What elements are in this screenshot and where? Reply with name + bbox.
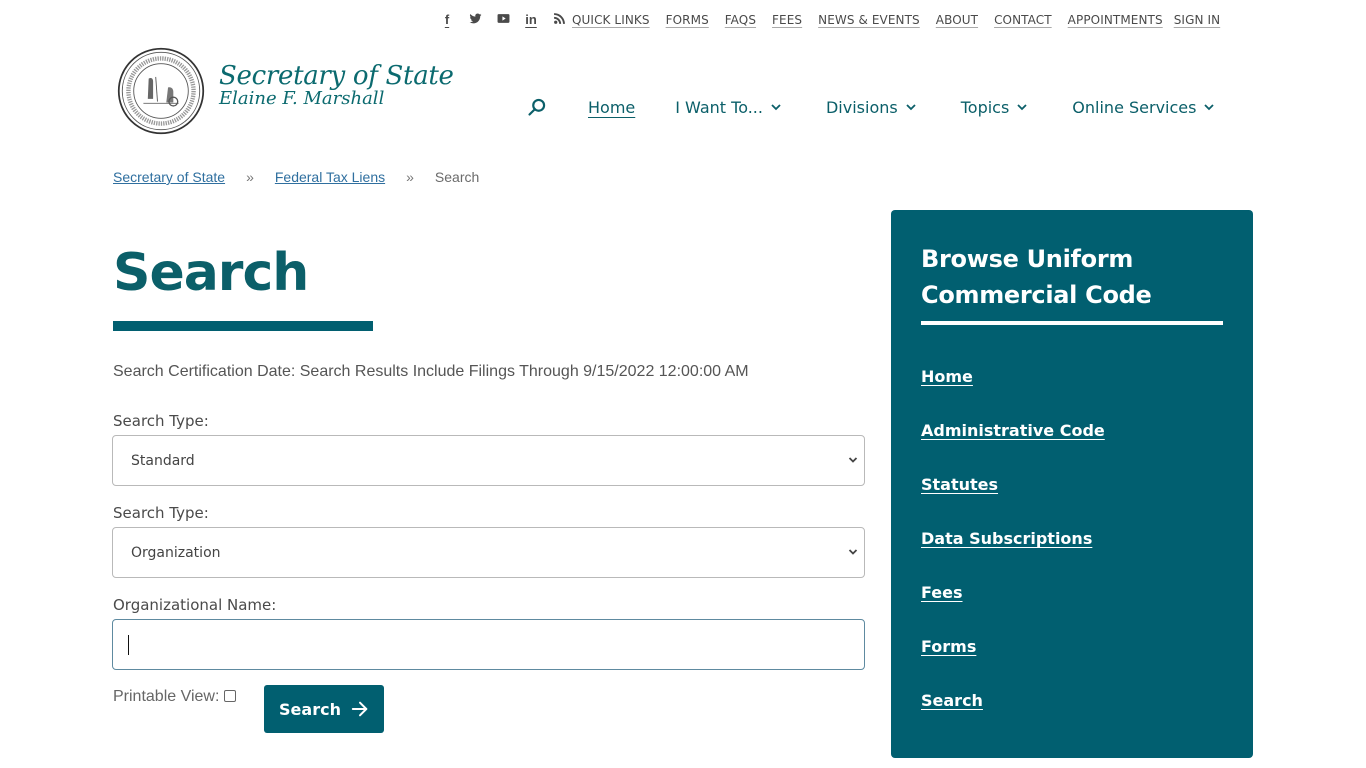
utility-links: QUICK LINKS FORMS FAQS FEES NEWS & EVENT… (572, 13, 1220, 27)
title-underline-bar (113, 321, 373, 331)
breadcrumb-federal-tax-liens[interactable]: Federal Tax Liens (275, 169, 385, 185)
breadcrumb-current: Search (434, 169, 480, 185)
text-caret (128, 634, 129, 655)
search-type-2-label: Search Type: (113, 504, 209, 522)
certification-date-text: Search Certification Date: Search Result… (113, 363, 749, 380)
sidebar-item-data-subscriptions: Data Subscriptions (921, 529, 1105, 583)
search-submit-button[interactable]: Search (264, 685, 384, 733)
utility-nav: f in QUICK LINKS FORMS FAQS FEES NEWS & … (0, 12, 1366, 32)
sidebar-link-search[interactable]: Search (921, 691, 983, 710)
printable-view: Printable View: (113, 688, 237, 706)
organizational-name-label: Organizational Name: (113, 596, 277, 614)
search-type-selected-value: Standard (131, 452, 195, 469)
sidebar-item-statutes: Statutes (921, 475, 1105, 529)
breadcrumb-separator: » (406, 169, 414, 185)
search-icon[interactable] (527, 97, 547, 117)
chevron-down-icon (906, 104, 916, 111)
sidebar-item-forms: Forms (921, 637, 1105, 691)
twitter-icon (469, 13, 481, 24)
nav-divisions-label: Divisions (825, 97, 898, 117)
sidebar-links: Home Administrative Code Statutes Data S… (921, 367, 1105, 745)
nav-online-services-label: Online Services (1072, 97, 1197, 117)
nav-i-want-to-label: I Want To... (675, 97, 763, 117)
twitter-link[interactable] (461, 12, 489, 27)
facebook-link[interactable]: f (433, 12, 461, 27)
arrow-right-icon (351, 701, 368, 717)
utility-link-sign-in[interactable]: SIGN IN (1174, 13, 1220, 27)
nav-i-want-to[interactable]: I Want To... (675, 98, 781, 117)
rss-icon (553, 13, 565, 24)
sidebar-link-fees[interactable]: Fees (921, 583, 963, 602)
youtube-icon (497, 14, 509, 23)
sidebar-link-administrative-code[interactable]: Administrative Code (921, 421, 1105, 440)
sidebar-heading-rule (921, 321, 1223, 325)
breadcrumb-secretary-of-state[interactable]: Secretary of State (113, 169, 225, 185)
utility-link-news-events[interactable]: NEWS & EVENTS (818, 13, 920, 27)
nav-topics-label: Topics (960, 97, 1010, 117)
sidebar-link-statutes[interactable]: Statutes (921, 475, 998, 494)
utility-link-quick-links[interactable]: QUICK LINKS (572, 13, 650, 27)
breadcrumb: Secretary of State » Federal Tax Liens »… (113, 169, 479, 185)
state-seal-logo[interactable] (117, 47, 205, 135)
chevron-down-icon (848, 457, 858, 463)
sidebar-item-home: Home (921, 367, 1105, 421)
search-button-label: Search (279, 699, 341, 719)
linkedin-link[interactable]: in (517, 12, 545, 27)
utility-link-forms[interactable]: FORMS (666, 13, 709, 27)
nav-home[interactable]: Home (588, 98, 635, 117)
chevron-down-icon (1017, 104, 1027, 111)
nav-home-label: Home (588, 97, 636, 117)
facebook-icon: f (444, 12, 450, 27)
printable-view-label: Printable View: (113, 688, 220, 705)
nav-topics[interactable]: Topics (961, 98, 1028, 117)
sidebar-link-home[interactable]: Home (921, 367, 973, 386)
page-title: Search (113, 243, 309, 303)
nav-divisions[interactable]: Divisions (826, 98, 916, 117)
utility-link-fees[interactable]: FEES (772, 13, 802, 27)
linkedin-icon: in (525, 12, 537, 27)
utility-link-about[interactable]: ABOUT (936, 13, 978, 27)
chevron-down-icon (1204, 104, 1215, 111)
brand[interactable]: Secretary of State Elaine F. Marshall (219, 60, 454, 109)
sidebar-item-search: Search (921, 691, 1105, 745)
entity-type-selected-value: Organization (131, 544, 221, 561)
sidebar-heading-line2: Commercial Code (921, 281, 1152, 309)
sidebar-link-forms[interactable]: Forms (921, 637, 976, 656)
sidebar-link-data-subscriptions[interactable]: Data Subscriptions (921, 529, 1092, 548)
chevron-down-icon (771, 104, 781, 111)
entity-type-select[interactable]: Organization (112, 527, 865, 578)
sidebar-heading: Browse Uniform Commercial Code (921, 241, 1152, 313)
search-type-label: Search Type: (113, 412, 209, 430)
breadcrumb-separator: » (246, 169, 254, 185)
sidebar-item-fees: Fees (921, 583, 1105, 637)
printable-view-checkbox[interactable] (224, 689, 237, 702)
sidebar-item-administrative-code: Administrative Code (921, 421, 1105, 475)
rss-link[interactable] (545, 12, 573, 27)
organizational-name-input[interactable] (112, 619, 865, 670)
utility-link-contact[interactable]: CONTACT (994, 13, 1052, 27)
search-type-select[interactable]: Standard (112, 435, 865, 486)
utility-link-faqs[interactable]: FAQS (725, 13, 756, 27)
chevron-down-icon (848, 549, 858, 555)
nav-online-services[interactable]: Online Services (1072, 97, 1215, 117)
browse-ucc-sidebar: Browse Uniform Commercial Code Home Admi… (891, 210, 1253, 758)
social-links: f in (433, 12, 573, 27)
utility-link-appointments[interactable]: APPOINTMENTS (1068, 13, 1163, 27)
youtube-link[interactable] (489, 12, 517, 27)
main-nav: Home I Want To... Divisions Topics Onlin… (527, 95, 1215, 119)
sidebar-heading-line1: Browse Uniform (921, 245, 1134, 273)
site-subtitle: Elaine F. Marshall (219, 88, 385, 109)
